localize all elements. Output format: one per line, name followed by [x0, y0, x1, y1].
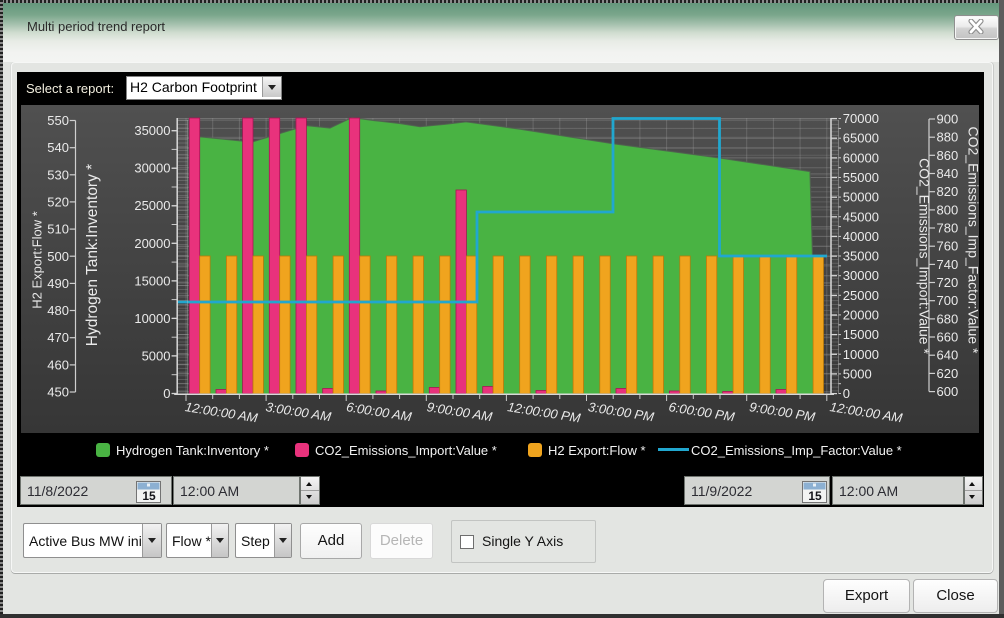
svg-text:40000: 40000: [843, 229, 879, 244]
svg-text:12:00:00 PM: 12:00:00 PM: [506, 399, 581, 425]
svg-text:15: 15: [142, 489, 156, 503]
svg-text:860: 860: [937, 148, 959, 163]
svg-text:CO2_Emissions_Import:Value *: CO2_Emissions_Import:Value *: [917, 158, 933, 354]
svg-text:H2 Export:Flow *: H2 Export:Flow *: [30, 211, 45, 309]
svg-text:840: 840: [937, 166, 959, 181]
svg-text:740: 740: [937, 257, 959, 272]
svg-text:10000: 10000: [134, 311, 170, 326]
svg-text:15: 15: [808, 489, 822, 503]
svg-text:20000: 20000: [134, 236, 170, 251]
svg-text:460: 460: [47, 357, 69, 372]
svg-text:Hydrogen Tank:Inventory *: Hydrogen Tank:Inventory *: [84, 164, 101, 346]
svg-text:12:00:00 AM: 12:00:00 AM: [829, 399, 904, 425]
svg-text:600: 600: [937, 384, 959, 399]
svg-text:25000: 25000: [843, 288, 879, 303]
svg-text:0: 0: [163, 386, 170, 401]
svg-text:800: 800: [937, 202, 959, 217]
svg-text:780: 780: [937, 221, 959, 236]
svg-text:820: 820: [937, 184, 959, 199]
svg-text:9:00:00 PM: 9:00:00 PM: [748, 399, 816, 424]
svg-text:5000: 5000: [142, 348, 171, 363]
svg-text:540: 540: [47, 140, 69, 155]
svg-text:12:00:00 AM: 12:00:00 AM: [184, 399, 259, 425]
svg-text:5000: 5000: [843, 366, 872, 381]
svg-text:490: 490: [47, 276, 69, 291]
svg-text:65000: 65000: [843, 131, 879, 146]
svg-text:6:00:00 AM: 6:00:00 AM: [345, 399, 413, 424]
svg-text:0: 0: [843, 386, 850, 401]
svg-text:35000: 35000: [134, 123, 170, 138]
svg-text:45000: 45000: [843, 209, 879, 224]
svg-text:50000: 50000: [843, 190, 879, 205]
svg-text:520: 520: [47, 194, 69, 209]
svg-text:500: 500: [47, 249, 69, 264]
svg-text:550: 550: [47, 113, 69, 128]
svg-text:700: 700: [937, 293, 959, 308]
svg-text:30000: 30000: [843, 268, 879, 283]
svg-text:25000: 25000: [134, 198, 170, 213]
svg-text:15000: 15000: [134, 273, 170, 288]
svg-text:900: 900: [937, 112, 959, 127]
svg-text:680: 680: [937, 311, 959, 326]
svg-text:720: 720: [937, 275, 959, 290]
svg-text:3:00:00 PM: 3:00:00 PM: [587, 399, 655, 424]
svg-text:30000: 30000: [134, 161, 170, 176]
svg-text:450: 450: [47, 385, 69, 400]
svg-text:530: 530: [47, 167, 69, 182]
svg-text:60000: 60000: [843, 150, 879, 165]
svg-text:35000: 35000: [843, 249, 879, 264]
svg-text:55000: 55000: [843, 170, 879, 185]
svg-text:CO2_Emissions_Imp_Factor:Value: CO2_Emissions_Imp_Factor:Value *: [966, 127, 980, 354]
svg-text:480: 480: [47, 303, 69, 318]
svg-text:6:00:00 PM: 6:00:00 PM: [668, 399, 736, 424]
svg-text:660: 660: [937, 330, 959, 345]
svg-text:10000: 10000: [843, 347, 879, 362]
svg-text:20000: 20000: [843, 308, 879, 323]
svg-text:3:00:00 AM: 3:00:00 AM: [265, 399, 333, 424]
svg-text:470: 470: [47, 330, 69, 345]
svg-text:620: 620: [937, 366, 959, 381]
svg-text:9:00:00 AM: 9:00:00 AM: [426, 399, 494, 424]
svg-text:15000: 15000: [843, 327, 879, 342]
svg-text:640: 640: [937, 348, 959, 363]
svg-text:70000: 70000: [843, 111, 879, 126]
svg-text:760: 760: [937, 239, 959, 254]
svg-text:510: 510: [47, 222, 69, 237]
svg-text:880: 880: [937, 130, 959, 145]
